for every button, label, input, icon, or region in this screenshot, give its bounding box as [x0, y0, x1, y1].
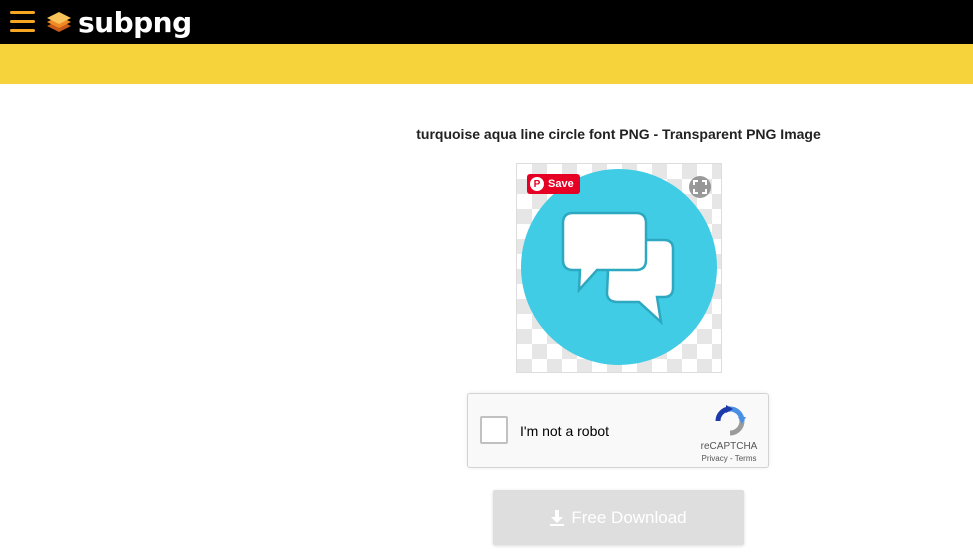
pinterest-icon: P [530, 177, 544, 191]
recaptcha-logo-icon [715, 405, 746, 436]
page-title: turquoise aqua line circle font PNG - Tr… [416, 126, 821, 142]
recaptcha-checkbox[interactable] [480, 416, 508, 444]
recaptcha-links: Privacy - Terms [694, 454, 764, 463]
recaptcha-brand: reCAPTCHA [700, 441, 758, 452]
pinterest-save-button[interactable]: P Save [527, 174, 580, 194]
top-navbar: subpng [0, 0, 973, 44]
site-logo[interactable]: subpng [46, 5, 192, 39]
free-download-button[interactable]: Free Download [493, 490, 744, 545]
link-separator: - [727, 454, 735, 463]
download-label: Free Download [571, 507, 687, 527]
expand-icon[interactable] [688, 175, 712, 199]
pinterest-save-label: Save [548, 178, 574, 190]
recaptcha-widget: I'm not a robot reCAPTCHA Privacy - Term… [467, 393, 769, 468]
image-preview[interactable]: P Save [516, 163, 722, 373]
yellow-banner [0, 44, 973, 84]
recaptcha-label: I'm not a robot [520, 423, 610, 439]
hamburger-icon[interactable] [10, 11, 35, 33]
layers-logo-icon [47, 12, 71, 32]
download-icon [550, 509, 565, 526]
terms-link[interactable]: Terms [735, 454, 757, 463]
logo-text: subpng [78, 5, 192, 39]
privacy-link[interactable]: Privacy [702, 454, 728, 463]
